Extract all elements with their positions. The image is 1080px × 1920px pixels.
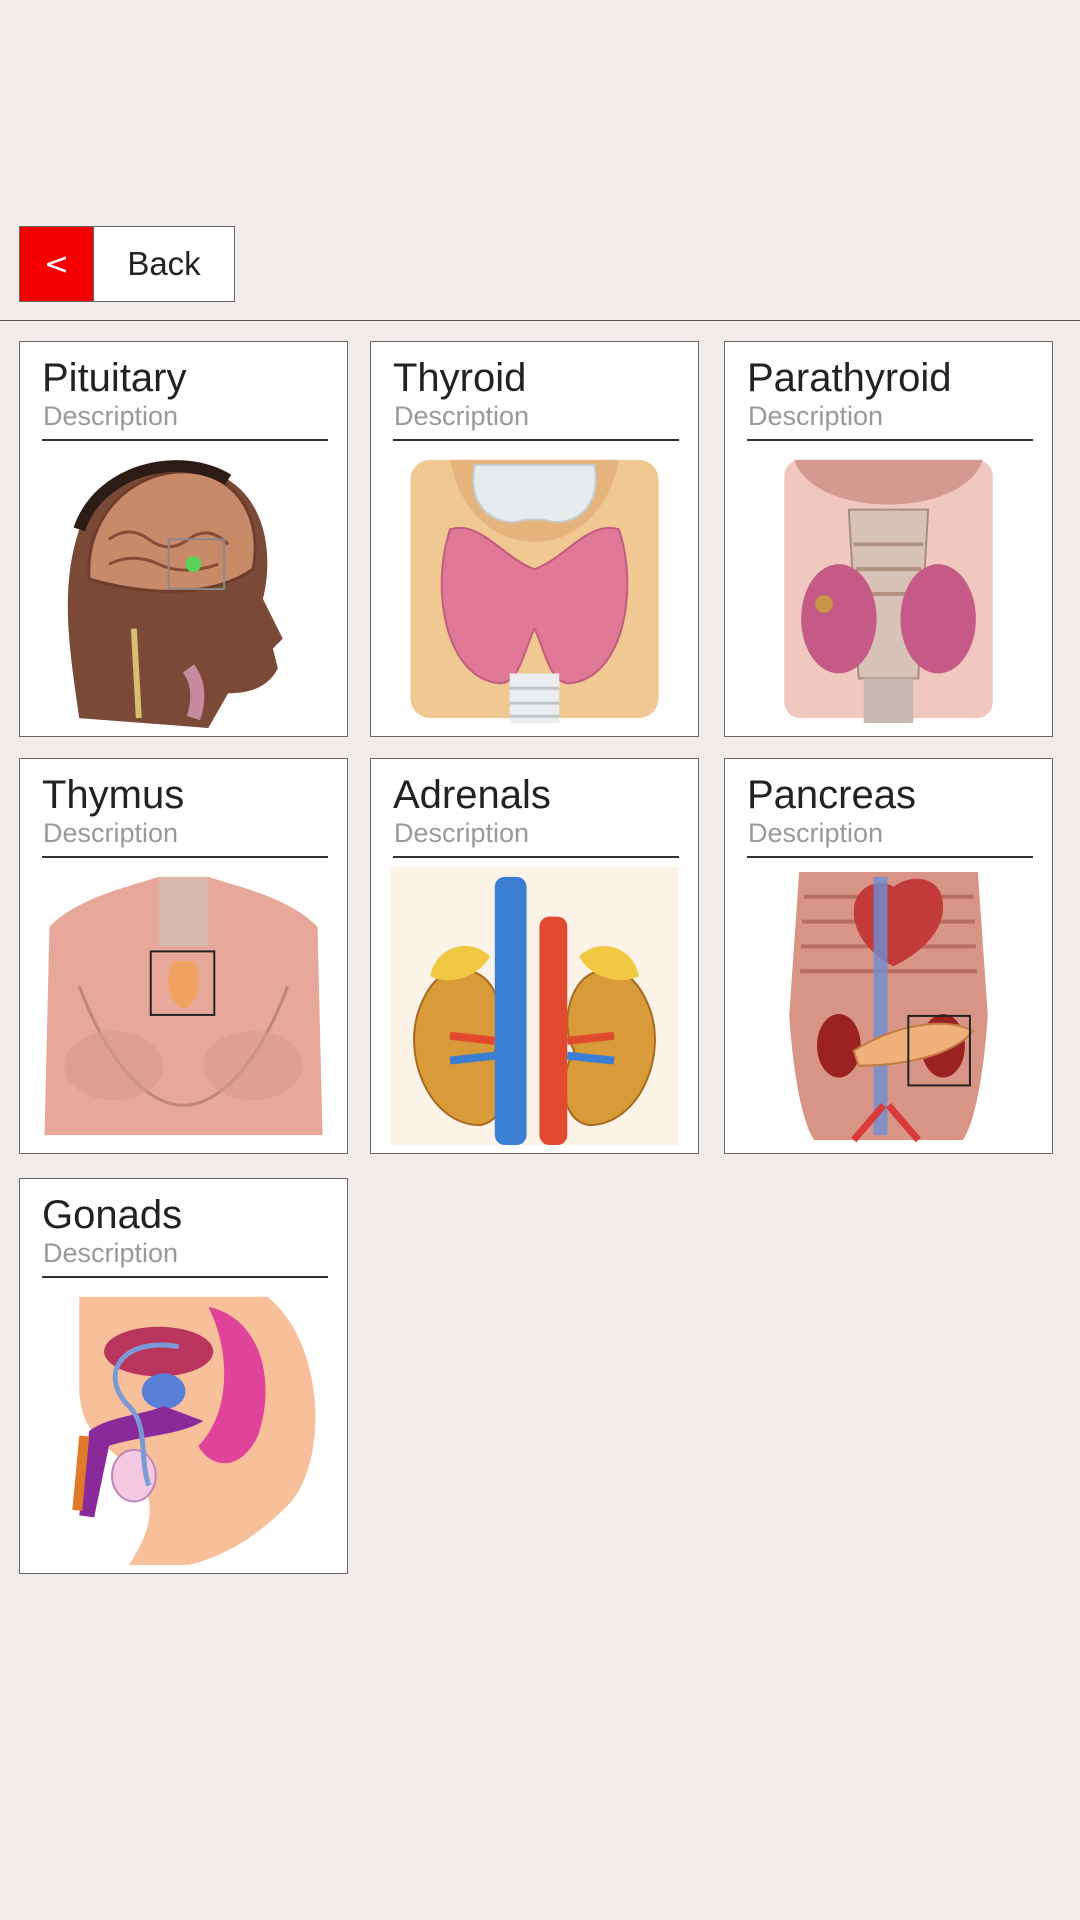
gland-card-parathyroid[interactable]: Parathyroid Description [724, 341, 1053, 737]
card-divider [42, 439, 328, 441]
card-title: Thyroid [393, 356, 527, 400]
card-description: Description [394, 401, 530, 431]
card-title: Adrenals [393, 773, 551, 817]
card-divider [42, 1276, 328, 1278]
thymus-chest-illustration [38, 867, 329, 1145]
card-description: Description [394, 818, 530, 848]
card-title: Parathyroid [747, 356, 952, 400]
card-description: Description [748, 401, 884, 431]
card-description: Description [748, 818, 884, 848]
pancreas-torso-illustration [743, 867, 1034, 1145]
header-divider [0, 320, 1080, 321]
card-divider [42, 856, 328, 858]
adrenal-kidneys-illustration [389, 867, 680, 1145]
back-button[interactable]: < Back [19, 226, 235, 302]
gland-card-thyroid[interactable]: Thyroid Description [370, 341, 699, 737]
gland-card-thymus[interactable]: Thymus Description [19, 758, 348, 1154]
card-divider [393, 439, 679, 441]
gland-card-gonads[interactable]: Gonads Description [19, 1178, 348, 1574]
parathyroid-illustration [743, 450, 1034, 728]
card-divider [747, 439, 1033, 441]
card-title: Pituitary [42, 356, 187, 400]
card-divider [393, 856, 679, 858]
back-button-label: Back [127, 245, 201, 282]
gland-card-pancreas[interactable]: Pancreas Description [724, 758, 1053, 1154]
chevron-left-icon: < [20, 227, 94, 301]
card-title: Thymus [42, 773, 185, 817]
card-description: Description [43, 1238, 179, 1268]
card-title: Pancreas [747, 773, 916, 817]
card-title: Gonads [42, 1193, 183, 1237]
card-divider [747, 856, 1033, 858]
card-description: Description [43, 401, 179, 431]
gland-card-pituitary[interactable]: Pituitary Description [19, 341, 348, 737]
thyroid-illustration [389, 450, 680, 728]
gonads-pelvis-illustration [38, 1287, 329, 1565]
pituitary-head-illustration [38, 450, 329, 728]
card-description: Description [43, 818, 179, 848]
gland-card-adrenals[interactable]: Adrenals Description [370, 758, 699, 1154]
